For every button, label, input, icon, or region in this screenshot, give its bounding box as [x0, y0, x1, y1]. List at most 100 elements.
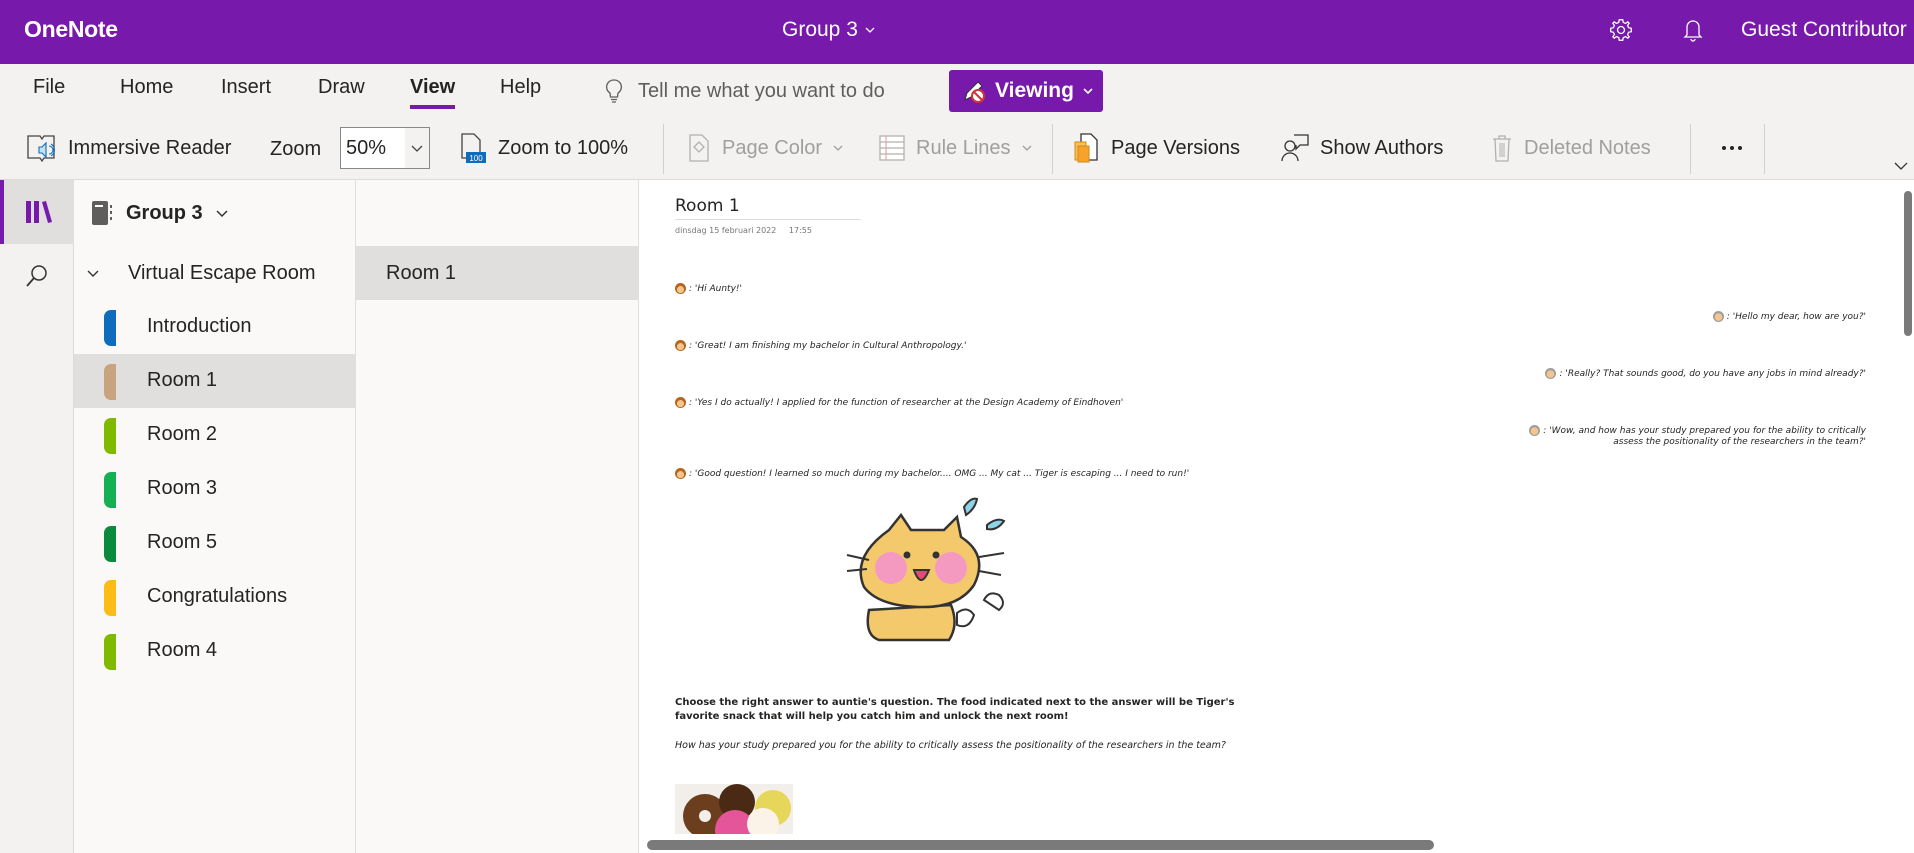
immersive-reader-icon: [27, 135, 55, 163]
section-label: Room 5: [147, 531, 218, 553]
section-label: Room 2: [147, 423, 218, 445]
section-color-tab-icon: [104, 364, 116, 400]
search-button[interactable]: [0, 244, 74, 308]
chevron-down-icon: [216, 210, 228, 218]
section-color-tab-icon: [104, 472, 116, 508]
sections-pane: Group 3 Virtual Escape Room Introduction…: [74, 180, 356, 853]
page-date: dinsdag 15 februari 2022 17:55: [675, 226, 822, 235]
ribbon: File Home Insert Draw View Help Tell me …: [0, 64, 1914, 180]
zoom-label: Zoom: [270, 138, 322, 160]
girl-emoji-icon: [675, 468, 686, 479]
girl-emoji-icon: [675, 283, 686, 294]
page-canvas[interactable]: Room 1 dinsdag 15 februari 2022 17:55 : …: [639, 180, 1914, 853]
chevron-down-icon: [411, 145, 423, 152]
notifications-button[interactable]: [1677, 14, 1709, 46]
section-color-tab-icon: [104, 526, 116, 562]
section-group-label: Virtual Escape Room: [128, 261, 316, 284]
chevron-down-icon: [1083, 88, 1093, 95]
section-item-congratulations[interactable]: Congratulations: [74, 570, 356, 624]
paint-bucket-icon: [689, 134, 709, 162]
tab-file[interactable]: File: [33, 76, 65, 107]
chat-line: : 'Wow, and how has your study prepared …: [1529, 425, 1866, 447]
section-item-room-5[interactable]: Room 5: [74, 516, 356, 570]
page-item-label: Room 1: [386, 261, 457, 284]
separator: [1764, 124, 1765, 174]
chat-line: : 'Hi Aunty!': [675, 283, 742, 294]
question-text: How has your study prepared you for the …: [675, 740, 1226, 751]
separator: [1690, 124, 1691, 174]
page-versions-button[interactable]: Page Versions: [1073, 130, 1240, 166]
section-item-room-3[interactable]: Room 3: [74, 462, 356, 516]
tell-me-search[interactable]: Tell me what you want to do: [604, 78, 885, 104]
page-100-icon: 100: [461, 133, 486, 163]
notebook-title-dropdown[interactable]: Group 3: [782, 18, 876, 42]
show-authors-button[interactable]: Show Authors: [1280, 130, 1443, 166]
rule-lines-button[interactable]: Rule Lines: [878, 130, 1033, 166]
aunt-emoji-icon: [1712, 311, 1724, 322]
pages-pane: Room 1: [356, 180, 639, 853]
page-time-text: 17:55: [788, 226, 812, 235]
dot: [1722, 146, 1726, 150]
zoom-to-100-button[interactable]: 100 Zoom to 100%: [460, 130, 628, 166]
page-item-room-1[interactable]: Room 1: [356, 246, 638, 300]
chat-line-part: assess the positionality of the research…: [1613, 437, 1866, 447]
viewing-mode-button[interactable]: Viewing: [949, 70, 1103, 112]
ribbon-collapse-button[interactable]: [1893, 159, 1909, 177]
rule-lines-label: Rule Lines: [916, 136, 1011, 159]
svg-text:100: 100: [469, 154, 483, 163]
page-color-label: Page Color: [722, 136, 823, 159]
lightbulb-icon: [606, 79, 622, 103]
chat-line-part: : 'Wow, and how has your study prepared …: [1529, 425, 1866, 436]
separator: [1052, 124, 1053, 174]
aunt-emoji-icon: [1529, 425, 1541, 436]
trash-icon: [1493, 135, 1511, 162]
search-icon: [26, 265, 47, 287]
section-group-virtual-escape-room[interactable]: Virtual Escape Room: [74, 246, 356, 300]
chevron-down-icon: [1022, 145, 1031, 151]
page-color-button[interactable]: Page Color: [686, 130, 844, 166]
girl-emoji-icon: [675, 397, 686, 408]
chevron-down-icon: [1894, 162, 1908, 170]
section-label: Room 1: [147, 369, 218, 391]
viewing-mode-label: Viewing: [995, 79, 1074, 102]
deleted-notes-button[interactable]: Deleted Notes: [1490, 130, 1651, 166]
more-options-button[interactable]: [1712, 130, 1752, 166]
notebooks-button[interactable]: [0, 180, 74, 244]
deleted-notes-label: Deleted Notes: [1524, 136, 1651, 159]
section-color-tab-icon: [104, 310, 116, 346]
section-label: Room 3: [147, 477, 218, 499]
tab-insert[interactable]: Insert: [221, 76, 271, 107]
section-item-room-2[interactable]: Room 2: [74, 408, 356, 462]
chevron-down-icon: [865, 27, 875, 33]
zoom-input[interactable]: [341, 128, 405, 168]
zoom-combobox[interactable]: [340, 127, 430, 169]
page-versions-label: Page Versions: [1111, 136, 1240, 159]
command-bar: Immersive Reader Zoom 100 Zoom to 100% P…: [0, 116, 1914, 180]
section-label: Introduction: [147, 315, 252, 337]
library-icon: [26, 201, 52, 223]
chat-line: : 'Great! I am finishing my bachelor in …: [675, 340, 966, 351]
tab-draw[interactable]: Draw: [318, 76, 365, 107]
zoom-to-100-label: Zoom to 100%: [498, 136, 629, 159]
chevron-down-icon[interactable]: [74, 266, 112, 280]
section-item-introduction[interactable]: Introduction: [74, 300, 356, 354]
page-title[interactable]: Room 1: [675, 196, 861, 220]
user-account[interactable]: Guest Contributor: [1741, 18, 1907, 42]
section-item-room-4[interactable]: Room 4: [74, 624, 356, 678]
separator: [663, 124, 664, 174]
horizontal-scrollbar[interactable]: [647, 840, 1434, 850]
instruction-text: Choose the right answer to auntie's ques…: [675, 697, 1235, 722]
title-bar: OneNote Group 3 Guest Contributor: [0, 0, 1914, 64]
section-item-room-1[interactable]: Room 1: [74, 354, 356, 408]
zoom-dropdown-button[interactable]: [405, 128, 429, 168]
tab-view[interactable]: View: [410, 76, 456, 109]
settings-button[interactable]: [1605, 14, 1637, 46]
ribbon-tabs: File Home Insert Draw View Help Tell me …: [0, 64, 1914, 116]
immersive-reader-label: Immersive Reader: [68, 136, 232, 159]
tab-help[interactable]: Help: [500, 76, 541, 107]
app-name[interactable]: OneNote: [24, 16, 118, 43]
vertical-scrollbar[interactable]: [1904, 191, 1912, 336]
immersive-reader-button[interactable]: Immersive Reader: [26, 130, 231, 166]
tab-home[interactable]: Home: [120, 76, 173, 107]
tell-me-placeholder: Tell me what you want to do: [638, 79, 885, 102]
